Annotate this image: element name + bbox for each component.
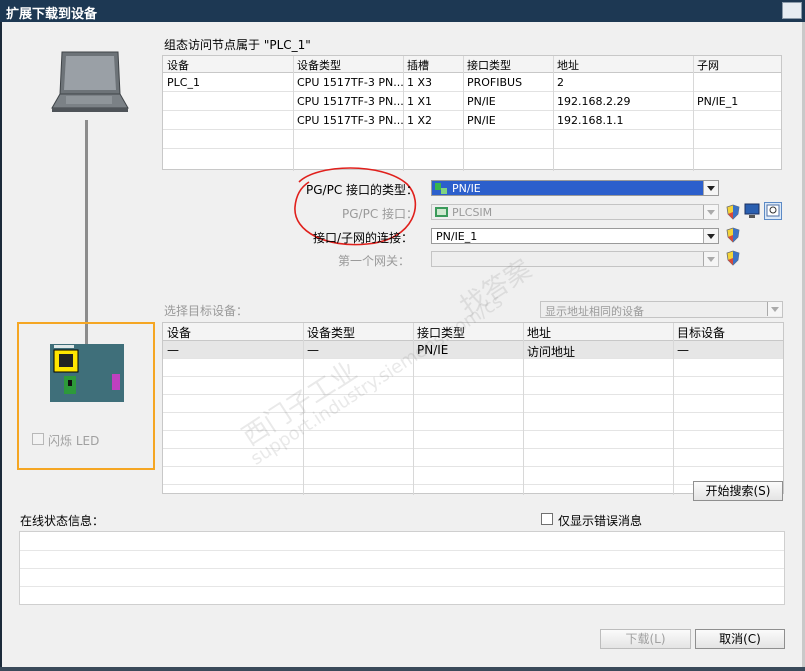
subnet-connection-dropdown[interactable]: PN/IE_1 (431, 228, 719, 244)
chevron-down-icon[interactable] (703, 252, 718, 266)
cell-subnet: PN/IE_1 (697, 95, 739, 108)
column-header-type[interactable]: 设备类型 (297, 57, 341, 73)
column-header-subnet[interactable]: 子网 (697, 57, 719, 73)
cell-device: PLC_1 (167, 76, 200, 89)
cancel-button[interactable]: 取消(C) (695, 629, 785, 649)
column-header-device[interactable]: 设备 (167, 324, 191, 341)
config-header: 组态访问节点属于 "PLC_1" (164, 38, 311, 52)
cell-address: 2 (557, 76, 564, 89)
connection-cable (85, 120, 88, 352)
column-header-address[interactable]: 地址 (527, 324, 551, 341)
background-strip-bottom (0, 667, 805, 671)
cell-type: CPU 1517TF-3 PN... (297, 95, 404, 108)
target-device-table: 设备 设备类型 接口类型 地址 目标设备 — — PN/IE 访问地址 — (162, 322, 784, 495)
target-filter-dropdown[interactable]: 显示地址相同的设备 (540, 301, 783, 318)
diagnostics-button[interactable] (764, 202, 782, 220)
subnet-connection-value: PN/IE_1 (436, 230, 478, 243)
shield-icon[interactable] (726, 227, 740, 243)
cell-type: CPU 1517TF-3 PN... (297, 76, 404, 89)
shield-icon[interactable] (726, 250, 740, 266)
plc-icon (50, 344, 124, 402)
pgpc-interface-dropdown[interactable]: PLCSIM (431, 204, 719, 220)
cell-interface-type: PN/IE (417, 343, 449, 357)
cell-interface-type: PN/IE (467, 95, 496, 108)
window-title: 扩展下载到设备 (6, 7, 98, 22)
search-icon (766, 204, 780, 217)
table-row[interactable] (163, 377, 783, 395)
cell-slot: 1 X3 (407, 76, 433, 89)
table-row[interactable] (163, 341, 783, 359)
column-header-interface-type[interactable]: 接口类型 (467, 57, 511, 73)
load-button[interactable]: 下载(L) (600, 629, 691, 649)
shield-icon[interactable] (726, 204, 740, 220)
target-filter-value: 显示地址相同的设备 (545, 305, 644, 318)
table-row[interactable] (163, 413, 783, 431)
column-header-target[interactable]: 目标设备 (677, 324, 725, 341)
cell-type: CPU 1517TF-3 PN... (297, 114, 404, 127)
table-row[interactable] (163, 467, 783, 485)
chevron-down-icon[interactable] (703, 205, 718, 219)
select-target-label: 选择目标设备： (164, 304, 249, 318)
column-header-device[interactable]: 设备 (167, 57, 189, 73)
pgpc-type-dropdown[interactable]: PN/IE (431, 180, 719, 196)
pgpc-type-label: PG/PC 接口的类型： (306, 183, 419, 197)
table-row[interactable] (163, 130, 781, 149)
online-status-label: 在线状态信息： (20, 514, 105, 528)
cell-device: — (167, 343, 179, 357)
column-header-address[interactable]: 地址 (557, 57, 579, 73)
table-row[interactable] (163, 359, 783, 377)
properties-icon[interactable] (744, 203, 760, 219)
chevron-down-icon[interactable] (703, 181, 718, 195)
only-errors-label: 仅显示错误消息 (558, 514, 643, 528)
table-row[interactable] (163, 449, 783, 467)
cell-address: 访问地址 (527, 345, 576, 359)
table-row[interactable] (163, 395, 783, 413)
config-table: 设备 设备类型 插槽 接口类型 地址 子网 PLC_1 CPU 1517TF-3… (162, 55, 782, 171)
cell-slot: 1 X1 (407, 95, 433, 108)
column-header-type[interactable]: 设备类型 (307, 324, 355, 341)
flash-led-label: 闪烁 LED (48, 434, 100, 448)
close-button[interactable] (782, 2, 802, 19)
chevron-down-icon[interactable] (767, 302, 782, 316)
only-errors-checkbox[interactable] (541, 513, 553, 525)
online-status-list (19, 531, 785, 605)
title-bar: 扩展下载到设备 (0, 0, 805, 22)
plcsim-icon (435, 207, 448, 217)
first-gateway-label: 第一个网关： (338, 254, 411, 268)
cell-address: 192.168.2.29 (557, 95, 631, 108)
pgpc-interface-value: PLCSIM (452, 206, 493, 219)
network-icon (435, 183, 447, 194)
cell-target: — (677, 343, 689, 357)
pgpc-interface-label: PG/PC 接口： (342, 207, 419, 221)
laptop-icon (51, 51, 129, 112)
subnet-connection-label: 接口/子网的连接： (313, 231, 414, 245)
cell-interface-type: PROFIBUS (467, 76, 523, 89)
pgpc-type-value: PN/IE (452, 182, 481, 195)
start-search-button[interactable]: 开始搜索(S) (693, 481, 783, 501)
cell-interface-type: PN/IE (467, 114, 496, 127)
cell-type: — (307, 343, 319, 357)
extended-download-dialog: 闪烁 LED 组态访问节点属于 "PLC_1" 设备 设备类型 插槽 接口类型 … (2, 22, 802, 667)
first-gateway-dropdown[interactable] (431, 251, 719, 267)
cell-address: 192.168.1.1 (557, 114, 624, 127)
table-row[interactable] (163, 431, 783, 449)
chevron-down-icon[interactable] (703, 229, 718, 243)
column-header-interface-type[interactable]: 接口类型 (417, 324, 465, 341)
column-header-slot[interactable]: 插槽 (407, 57, 429, 73)
cell-slot: 1 X2 (407, 114, 433, 127)
flash-led-checkbox[interactable] (32, 433, 44, 445)
